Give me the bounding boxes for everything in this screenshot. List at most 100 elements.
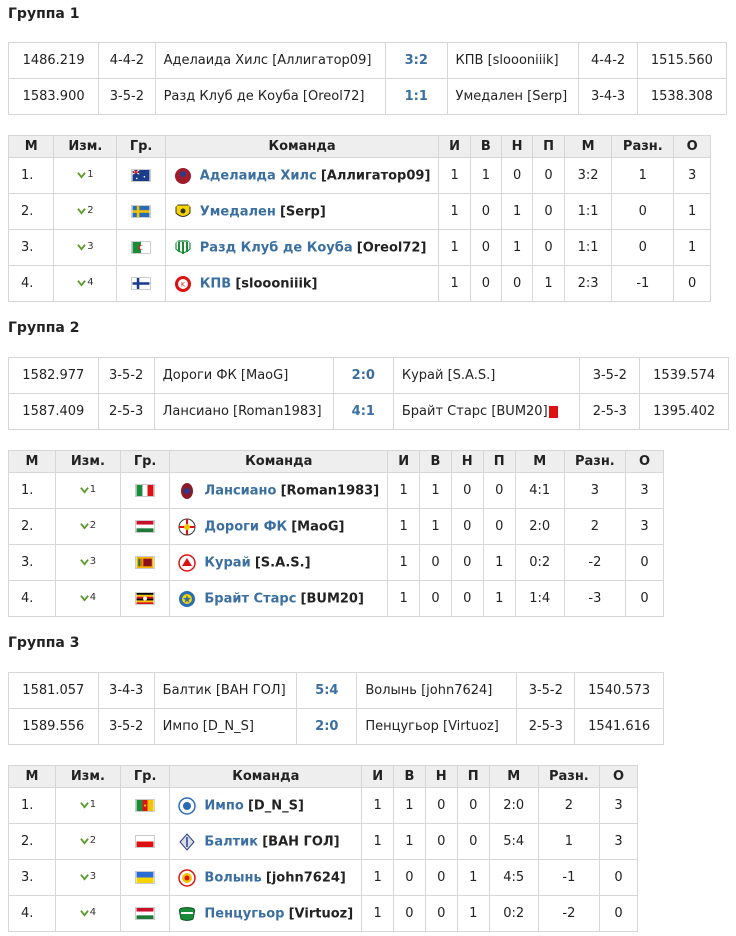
- team-link[interactable]: Аделаида Хилс: [200, 168, 317, 183]
- standings-table: М Изм. Гр. Команда И В Н П М Разн. О 1. …: [8, 450, 664, 617]
- team-cell[interactable]: K КПВ [sloooniiik]: [164, 265, 440, 302]
- team-emblem-icon: [175, 239, 191, 254]
- formation-home: 4-4-2: [98, 42, 156, 79]
- team-link[interactable]: КПВ: [200, 276, 231, 291]
- home-team-link[interactable]: Аделаида Хилс [Аллигатор09]: [154, 42, 387, 79]
- team-cell[interactable]: Импо [D_N_S]: [169, 787, 363, 824]
- team-cell[interactable]: Умедален [Serp]: [164, 193, 440, 230]
- drawn: 0: [424, 787, 458, 824]
- goals: 2:0: [488, 787, 539, 824]
- goal-diff: 0: [611, 229, 675, 266]
- team-cell[interactable]: Волынь [john7624]: [169, 859, 363, 896]
- col-points: О: [625, 450, 664, 473]
- col-pos: М: [7, 135, 55, 158]
- goal-diff: -2: [537, 895, 601, 932]
- match-score-link[interactable]: 2:0: [296, 708, 358, 745]
- team-cell[interactable]: Лансиано [Roman1983]: [169, 472, 389, 509]
- team-emblem-icon: [181, 482, 194, 499]
- manager-name: [Аллигатор09]: [320, 168, 431, 183]
- manager-name: [MaoG]: [291, 519, 345, 534]
- away-team-cell[interactable]: Брайт Старс [BUM20]: [392, 393, 581, 430]
- points: 3: [673, 157, 711, 194]
- points: 0: [625, 544, 664, 581]
- goal-diff: -1: [537, 859, 601, 896]
- team-link[interactable]: Дороги ФК: [204, 519, 287, 534]
- col-won: В: [419, 450, 452, 473]
- col-diff: Разн.: [563, 450, 627, 473]
- team-link[interactable]: Балтик: [204, 834, 258, 849]
- away-team-link[interactable]: Умедален [Serp]: [446, 78, 580, 115]
- position: 3.: [8, 859, 56, 896]
- away-team-link[interactable]: Пенцугьор [Virtuoz]: [356, 708, 518, 745]
- home-team-link[interactable]: Лансиано [Roman1983]: [153, 393, 334, 430]
- away-team-link[interactable]: Волынь [john7624]: [356, 672, 518, 709]
- team-cell[interactable]: Курай [S.A.S.]: [169, 544, 389, 581]
- team-cell[interactable]: Балтик [ВАН ГОЛ]: [169, 823, 363, 860]
- col-flag: Гр.: [119, 450, 171, 473]
- uganda-flag-icon: [135, 592, 156, 605]
- table-row: 4. 4 Пенцугьор [Virtuoz] 1 0 0 1 0:2 -2 …: [8, 895, 638, 932]
- sri-lanka-flag-icon: [135, 556, 156, 569]
- col-played: И: [387, 450, 421, 473]
- drawn: 0: [450, 472, 484, 509]
- won: 1: [393, 787, 426, 824]
- col-lost: П: [456, 765, 490, 788]
- formation-home: 2-5-3: [97, 393, 155, 430]
- team-cell[interactable]: Аделаида Хилс [Аллигатор09]: [164, 157, 440, 194]
- lost: 1: [456, 859, 490, 896]
- team-link[interactable]: Умедален: [200, 204, 276, 219]
- match-score-link[interactable]: 4:1: [332, 393, 394, 430]
- lost: 1: [456, 895, 490, 932]
- col-flag: Гр.: [119, 765, 171, 788]
- change: 1: [54, 472, 121, 509]
- team-link[interactable]: Курай: [204, 555, 250, 570]
- country-flag: [116, 265, 166, 302]
- away-team-link[interactable]: КПВ [sloooniiik]: [446, 42, 580, 79]
- played: 1: [361, 895, 395, 932]
- change: 2: [55, 823, 121, 860]
- table-row: 3. 3 Курай [S.A.S.] 1 0 0 1 0:2 -2 0: [8, 544, 664, 581]
- team-link[interactable]: Разд Клуб де Коуба: [200, 240, 353, 255]
- team-link[interactable]: Брайт Старс: [204, 591, 296, 606]
- position: 1.: [8, 472, 56, 509]
- home-team-link[interactable]: Балтик [ВАН ГОЛ]: [153, 672, 298, 709]
- position: 1.: [8, 787, 56, 824]
- formation-home: 3-4-3: [97, 672, 155, 709]
- match-score-link[interactable]: 2:0: [332, 357, 394, 394]
- rating-home: 1582.977: [8, 357, 99, 394]
- position: 3.: [8, 544, 56, 581]
- goal-diff: -2: [563, 544, 627, 581]
- team-cell[interactable]: Дороги ФК [MaoG]: [169, 508, 389, 545]
- drawn: 1: [500, 193, 534, 230]
- home-team-link[interactable]: Разд Клуб де Коуба [Oreol72]: [154, 78, 387, 115]
- team-cell[interactable]: Разд Клуб де Коуба [Oreol72]: [164, 229, 440, 266]
- table-row: 2. 2 Балтик [ВАН ГОЛ] 1 1 0 0 5:4 1 3: [8, 823, 638, 860]
- change-arrow-icon: [77, 208, 86, 215]
- formation-away: 2-5-3: [579, 393, 641, 430]
- team-link[interactable]: Импо: [204, 798, 243, 813]
- team-link[interactable]: Пенцугьор: [204, 906, 284, 921]
- country-flag: [119, 544, 171, 581]
- won: 1: [419, 508, 452, 545]
- team-cell[interactable]: Брайт Старс [BUM20]: [169, 580, 389, 617]
- goal-diff: 0: [611, 193, 675, 230]
- drawn: 0: [500, 265, 534, 302]
- team-cell[interactable]: Пенцугьор [Virtuoz]: [169, 895, 363, 932]
- match-score-link[interactable]: 3:2: [385, 42, 448, 79]
- cameroon-flag-icon: [135, 799, 156, 812]
- match-score-link[interactable]: 5:4: [296, 672, 358, 709]
- away-team-link[interactable]: Брайт Старс [BUM20]: [402, 404, 548, 419]
- manager-name: [Roman1983]: [280, 483, 380, 498]
- position: 2.: [8, 508, 56, 545]
- goals: 4:5: [488, 859, 539, 896]
- home-team-link[interactable]: Дороги ФК [MaoG]: [153, 357, 334, 394]
- team-emblem-icon: [178, 518, 196, 535]
- team-link[interactable]: Волынь: [204, 870, 261, 885]
- standings-header: М Изм. Гр. Команда И В Н П М Разн. О: [8, 765, 638, 788]
- hungary-flag-icon: [135, 907, 156, 920]
- team-link[interactable]: Лансиано: [204, 483, 276, 498]
- home-team-link[interactable]: Импо [D_N_S]: [153, 708, 298, 745]
- match-score-link[interactable]: 1:1: [385, 78, 448, 115]
- col-won: В: [393, 765, 426, 788]
- away-team-link[interactable]: Курай [S.A.S.]: [392, 357, 581, 394]
